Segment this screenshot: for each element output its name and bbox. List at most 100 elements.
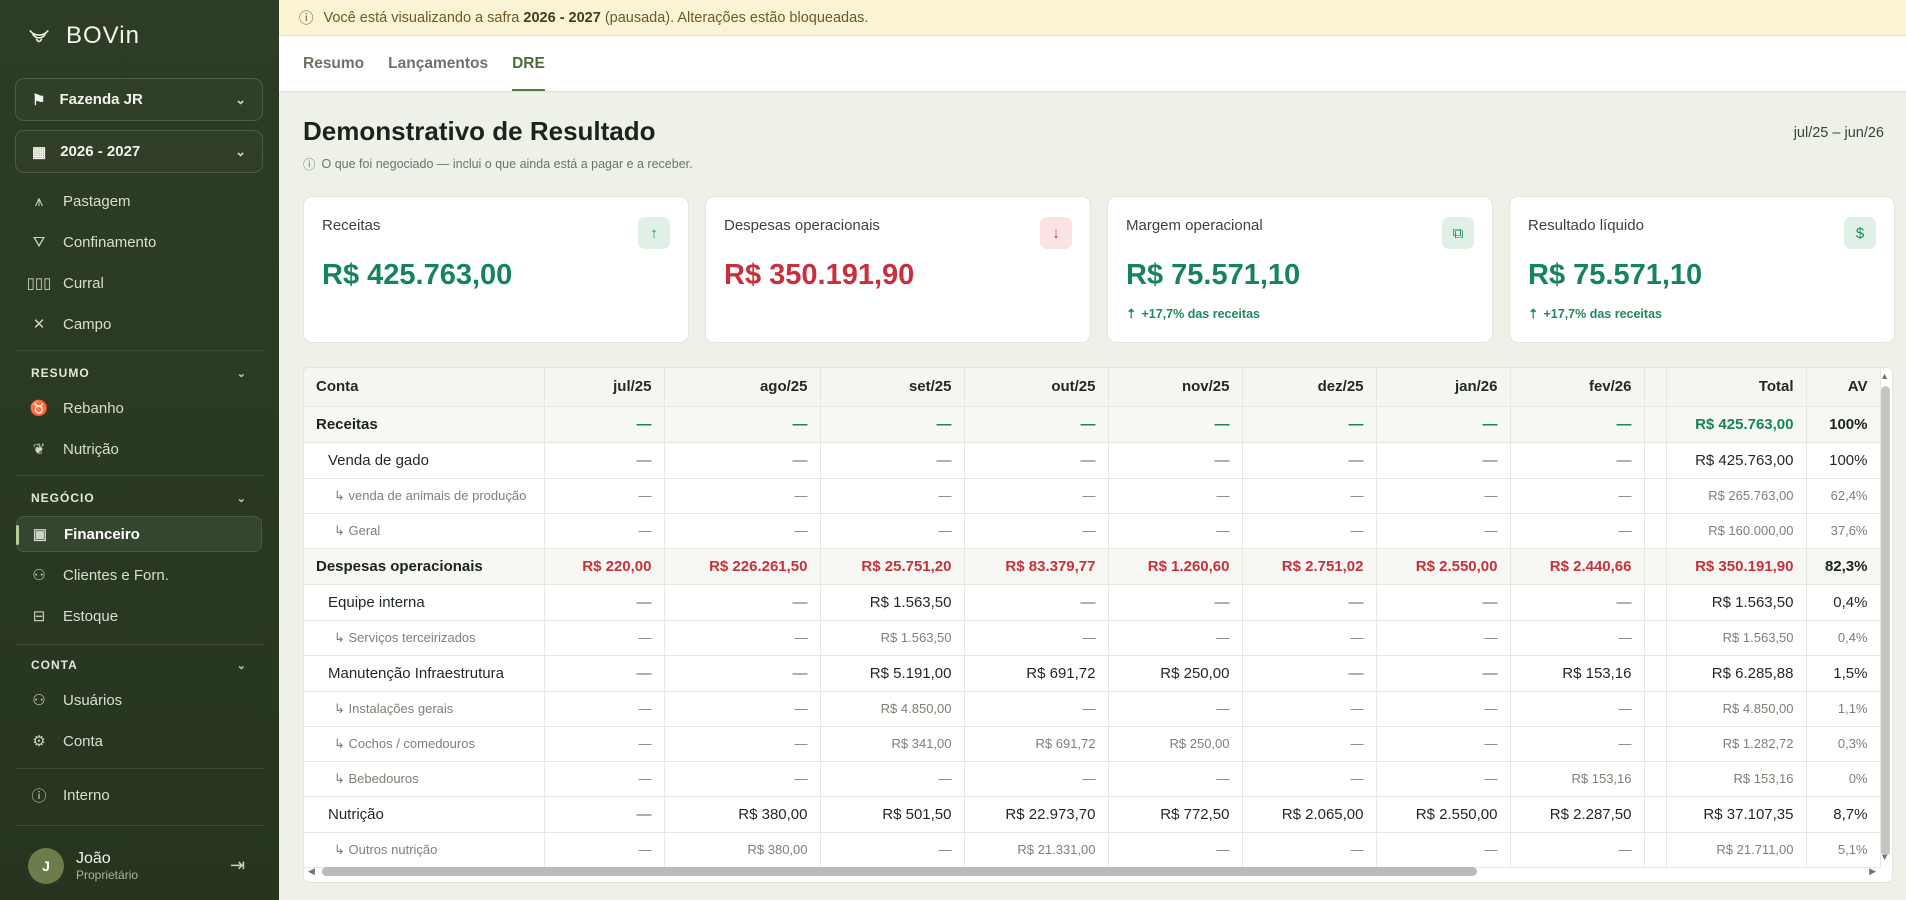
section-resumo[interactable]: RESUMO ⌄: [31, 366, 247, 380]
table-row[interactable]: ↳ Cochos / comedouros — — R$ 341,00 R$ 691,7…: [304, 726, 1881, 762]
nav-estoque[interactable]: ⊟ Estoque: [16, 598, 262, 634]
row-cell: R$ 691,72: [964, 655, 1109, 692]
sidebar-divider: [16, 825, 264, 826]
row-cell: —: [544, 691, 665, 727]
nav-interno[interactable]: ⓘ Interno: [16, 777, 262, 813]
nav-financeiro[interactable]: ▣ Financeiro: [16, 516, 262, 552]
nav-pastagem[interactable]: ⩚ Pastagem: [16, 183, 262, 219]
row-cell: —: [1376, 406, 1511, 443]
row-cell: —: [964, 406, 1109, 443]
row-cell: R$ 5.191,00: [820, 655, 965, 692]
table-row[interactable]: ↳ Outros nutrição — R$ 380,00— R$ 21.331,00…: [304, 832, 1881, 868]
header-jan-26: jan/26: [1376, 368, 1511, 407]
row-cell: R$ 6.285,88: [1666, 655, 1807, 692]
table-row[interactable]: Equipe interna — — R$ 1.563,50— — — — — R$ 1.563…: [304, 584, 1881, 621]
row-account-label: ↳ Geral: [304, 513, 545, 549]
tab-resumo[interactable]: Resumo: [303, 55, 364, 91]
sidebar: BOVin ⚑ Fazenda JR ⌄ ▦ 2026 - 2027 ⌄ ⩚ Pa…: [0, 0, 279, 900]
table-row[interactable]: ↳ Instalações gerais — — R$ 4.850,00— — — — — R$…: [304, 691, 1881, 727]
row-cell: —: [544, 406, 665, 443]
period-range[interactable]: jul/25 – jun/26: [1794, 125, 1884, 141]
row-cell: —: [664, 584, 821, 621]
farm-name: Fazenda JR: [59, 91, 143, 108]
season-name: 2026 - 2027: [60, 143, 141, 160]
card-label: Margem operacional: [1126, 217, 1263, 234]
card-label: Resultado líquido: [1528, 217, 1644, 234]
card-note: ⇡ +17,7% das receitas: [1126, 306, 1260, 322]
row-cell: [1644, 620, 1667, 656]
users-icon: ⚇: [32, 692, 46, 709]
row-cell: —: [1108, 442, 1243, 479]
table-row[interactable]: ↳ venda de animais de produção — — — — — — — — R$…: [304, 478, 1881, 514]
nav-curral[interactable]: ▯▯▯ Curral: [16, 265, 262, 301]
row-cell: —: [964, 478, 1109, 514]
row-cell: R$ 2.550,00: [1376, 796, 1511, 833]
sidebar-divider: [16, 644, 264, 645]
nav-confinamento[interactable]: ⛛ Confinamento: [16, 224, 262, 260]
row-cell: —: [1510, 691, 1645, 727]
table-row[interactable]: Despesas operacionais R$ 220,00 R$ 226.261…: [304, 548, 1881, 585]
nav-campo[interactable]: ✕ Campo: [16, 306, 262, 342]
row-cell: [1644, 655, 1667, 692]
logout-icon[interactable]: ⇥: [230, 855, 245, 876]
row-cell: —: [964, 761, 1109, 797]
header-jul-25: jul/25: [544, 368, 665, 407]
row-cell: 37,6%: [1806, 513, 1881, 549]
scroll-right-icon[interactable]: ▶: [1869, 866, 1876, 877]
note-text: +17,7% das receitas: [1141, 306, 1260, 321]
row-cell: R$ 220,00: [544, 548, 665, 585]
horizontal-scrollbar[interactable]: [322, 867, 1477, 876]
nav-nutricao[interactable]: ❦ Nutrição: [16, 431, 262, 467]
header-set-25: set/25: [820, 368, 965, 407]
section-conta[interactable]: CONTA ⌄: [31, 658, 247, 672]
row-cell: —: [1242, 584, 1377, 621]
row-cell: R$ 2.065,00: [1242, 796, 1377, 833]
table-row[interactable]: Receitas — — — — — — — — R$ 425.763,00 100%: [304, 406, 1881, 443]
row-cell: —: [664, 406, 821, 443]
row-cell: —: [544, 620, 665, 656]
table-row[interactable]: ↳ Geral — — — — — — — — R$ 160.000,00 37,6%: [304, 513, 1881, 549]
table-row[interactable]: Manutenção Infraestrutura — — R$ 5.191,00 R$…: [304, 655, 1881, 692]
note-text: +17,7% das receitas: [1543, 306, 1662, 321]
vertical-scrollbar[interactable]: [1881, 386, 1890, 856]
row-cell: R$ 160.000,00: [1666, 513, 1807, 549]
page-subtitle: ⓘ O que foi negociado — inclui o que aind…: [303, 154, 693, 173]
scroll-down-icon[interactable]: ▼: [1880, 852, 1889, 862]
row-cell: —: [1510, 513, 1645, 549]
section-negocio[interactable]: NEGÓCIO ⌄: [31, 491, 247, 505]
row-cell: [1644, 478, 1667, 514]
table-row[interactable]: Nutrição — R$ 380,00 R$ 501,50 R$ 22.973,70 R…: [304, 796, 1881, 833]
scroll-up-icon[interactable]: ▲: [1880, 371, 1889, 381]
row-cell: [1644, 513, 1667, 549]
tab-dre[interactable]: DRE: [512, 55, 545, 91]
row-cell: —: [544, 655, 665, 692]
row-cell: R$ 2.751,02: [1242, 548, 1377, 585]
banner-suffix: (pausada). Alterações estão bloqueadas.: [600, 9, 869, 26]
nav-rebanho[interactable]: ♉ Rebanho: [16, 390, 262, 426]
row-cell: —: [664, 513, 821, 549]
row-cell: —: [664, 478, 821, 514]
avatar: J: [28, 848, 64, 884]
table-row[interactable]: Venda de gado — — — — — — — — R$ 425.763,00 100%: [304, 442, 1881, 479]
app-logo[interactable]: BOVin: [28, 22, 140, 50]
header-av: AV: [1806, 368, 1881, 407]
row-account-label: ↳ venda de animais de produção: [304, 478, 545, 514]
nav-clientes[interactable]: ⚇ Clientes e Forn.: [16, 557, 262, 593]
row-cell: 1,5%: [1806, 655, 1881, 692]
table-row[interactable]: ↳ Bebedouros — — — — — — — R$ 153,16 R$ 153,16 0%: [304, 761, 1881, 797]
row-cell: R$ 691,72: [964, 726, 1109, 762]
row-cell: —: [664, 761, 821, 797]
row-cell: —: [1510, 442, 1645, 479]
row-cell: [1644, 548, 1667, 585]
season-selector[interactable]: ▦ 2026 - 2027 ⌄: [15, 130, 263, 173]
chevron-down-icon: ⌄: [235, 143, 246, 159]
tab-lancamentos[interactable]: Lançamentos: [388, 55, 488, 91]
nav-conta[interactable]: ⚙ Conta: [16, 723, 262, 759]
nav-usuarios[interactable]: ⚇ Usuários: [16, 682, 262, 718]
farm-selector[interactable]: ⚑ Fazenda JR ⌄: [15, 78, 263, 121]
user-profile[interactable]: J João Proprietário: [28, 848, 138, 884]
calendar-icon: ▦: [32, 143, 47, 161]
table-row[interactable]: ↳ Serviços terceirizados — — R$ 1.563,50— — —…: [304, 620, 1881, 656]
scroll-left-icon[interactable]: ◀: [308, 866, 315, 877]
card-receitas: Receitas ↑ R$ 425.763,00: [303, 196, 689, 343]
